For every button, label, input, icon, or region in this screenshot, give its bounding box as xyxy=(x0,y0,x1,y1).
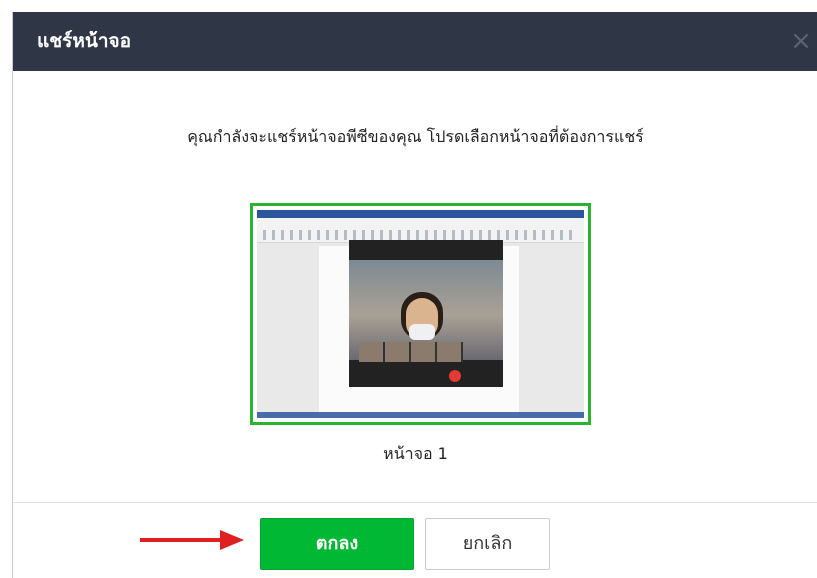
close-icon[interactable]: × xyxy=(786,26,816,56)
share-screen-dialog: แชร์หน้าจอ × คุณกำลังจะแชร์หน้าจอพีซีของ… xyxy=(12,12,817,578)
screen-1-thumbnail[interactable] xyxy=(250,203,591,425)
video-call-preview xyxy=(349,240,503,387)
dialog-title: แชร์หน้าจอ xyxy=(37,30,132,52)
cancel-button[interactable]: ยกเลิก xyxy=(425,518,550,570)
annotation-arrow-icon xyxy=(140,530,244,550)
share-instruction-text: คุณกำลังจะแชร์หน้าจอพีซีของคุณ โปรดเลือก… xyxy=(187,127,644,146)
ok-button[interactable]: ตกลง xyxy=(260,518,414,570)
dialog-titlebar: แชร์หน้าจอ × xyxy=(13,12,817,71)
footer-divider xyxy=(13,502,817,503)
screen-1-label: หน้าจอ 1 xyxy=(383,444,448,463)
screen-preview-image xyxy=(257,210,584,418)
end-call-icon xyxy=(449,370,461,382)
